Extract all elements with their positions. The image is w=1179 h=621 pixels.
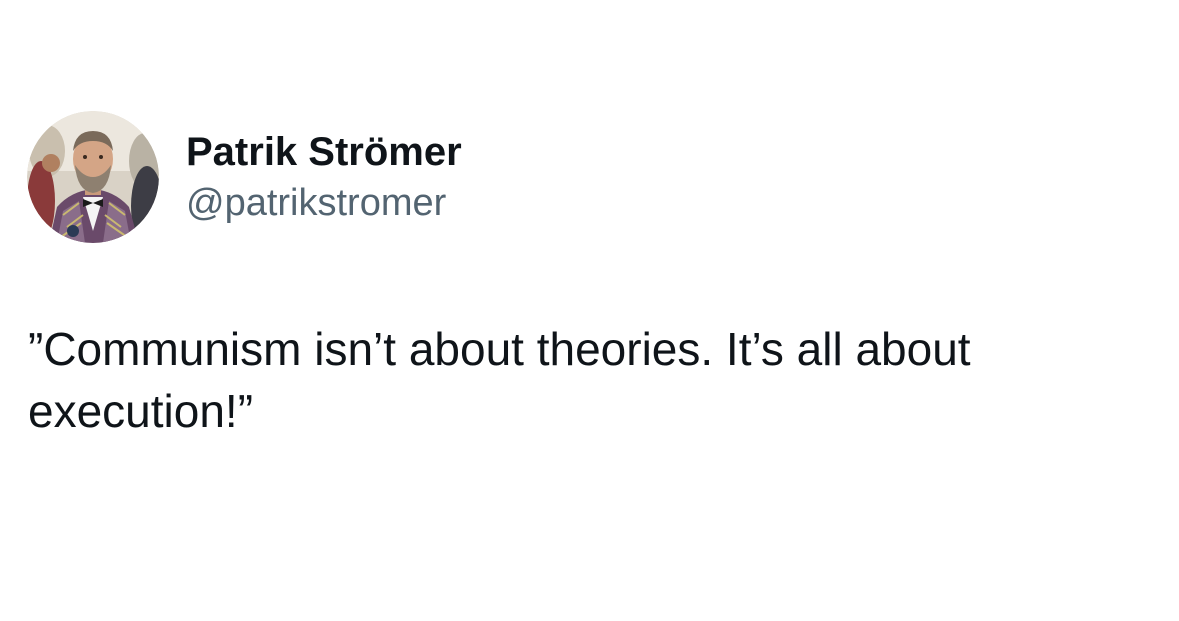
author-display-name[interactable]: Patrik Strömer bbox=[186, 128, 462, 176]
tweet-text: ”Communism isn’t about theories. It’s al… bbox=[28, 323, 984, 437]
tweet-card: Patrik Strömer @patrikstromer ”Communism… bbox=[0, 0, 1179, 621]
avatar[interactable] bbox=[27, 111, 159, 243]
author-handle[interactable]: @patrikstromer bbox=[186, 180, 462, 226]
tweet-header: Patrik Strömer @patrikstromer bbox=[27, 111, 462, 243]
profile-photo-icon bbox=[27, 111, 159, 243]
author-names: Patrik Strömer @patrikstromer bbox=[186, 128, 462, 226]
